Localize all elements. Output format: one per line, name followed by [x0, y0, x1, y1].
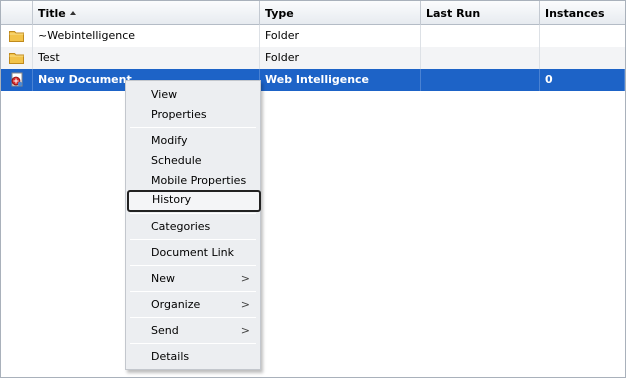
- row-icon-cell: [1, 47, 33, 69]
- menu-separator: [130, 317, 256, 318]
- folder-icon: [9, 53, 24, 64]
- table-row[interactable]: Test Folder: [1, 47, 625, 69]
- row-instances: [540, 25, 625, 47]
- row-instances: [540, 47, 625, 69]
- menu-item-modify[interactable]: Modify: [126, 131, 260, 151]
- document-list-panel: Title Type Last Run Instances ~Webintell…: [0, 0, 626, 378]
- row-instances: 0: [540, 69, 625, 91]
- row-icon-cell: [1, 25, 33, 47]
- menu-item-categories[interactable]: Categories: [126, 217, 260, 237]
- chevron-right-icon: >: [240, 324, 250, 337]
- sort-ascending-icon: [69, 11, 76, 15]
- context-menu: View Properties Modify Schedule Mobile P…: [125, 80, 261, 370]
- menu-item-details[interactable]: Details: [126, 347, 260, 367]
- menu-item-properties[interactable]: Properties: [126, 105, 260, 125]
- menu-separator: [130, 127, 256, 128]
- row-type: Folder: [260, 25, 421, 47]
- menu-item-new[interactable]: New >: [126, 269, 260, 289]
- row-icon-cell: [1, 69, 33, 91]
- row-title[interactable]: Test: [33, 47, 260, 69]
- menu-item-mobile-properties[interactable]: Mobile Properties: [126, 171, 260, 191]
- row-last-run: [421, 47, 540, 69]
- menu-item-history[interactable]: History: [127, 190, 261, 212]
- menu-item-organize-label: Organize: [151, 298, 201, 311]
- menu-separator: [130, 213, 256, 214]
- menu-item-document-link[interactable]: Document Link: [126, 243, 260, 263]
- column-header-last-run[interactable]: Last Run: [421, 1, 540, 25]
- row-title[interactable]: ~Webintelligence: [33, 25, 260, 47]
- row-last-run: [421, 69, 540, 91]
- row-last-run: [421, 25, 540, 47]
- menu-separator: [130, 239, 256, 240]
- column-header-icon: [1, 1, 33, 25]
- menu-item-view[interactable]: View: [126, 85, 260, 105]
- chevron-right-icon: >: [240, 298, 250, 311]
- folder-icon: [9, 31, 24, 42]
- menu-item-send-label: Send: [151, 324, 179, 337]
- table-row-selected[interactable]: New Document Web Intelligence 0: [1, 69, 625, 91]
- menu-separator: [130, 291, 256, 292]
- webi-document-icon: [11, 72, 23, 87]
- menu-item-send[interactable]: Send >: [126, 321, 260, 341]
- column-header-title[interactable]: Title: [33, 1, 260, 25]
- column-header-bar: Title Type Last Run Instances: [1, 1, 625, 25]
- chevron-right-icon: >: [240, 272, 250, 285]
- menu-item-new-label: New: [151, 272, 175, 285]
- column-header-title-label: Title: [38, 7, 66, 20]
- table-row[interactable]: ~Webintelligence Folder: [1, 25, 625, 47]
- column-header-type[interactable]: Type: [260, 1, 421, 25]
- menu-separator: [130, 265, 256, 266]
- row-type: Web Intelligence: [260, 69, 421, 91]
- menu-separator: [130, 343, 256, 344]
- row-type: Folder: [260, 47, 421, 69]
- menu-item-schedule[interactable]: Schedule: [126, 151, 260, 171]
- column-header-instances[interactable]: Instances: [540, 1, 625, 25]
- menu-item-organize[interactable]: Organize >: [126, 295, 260, 315]
